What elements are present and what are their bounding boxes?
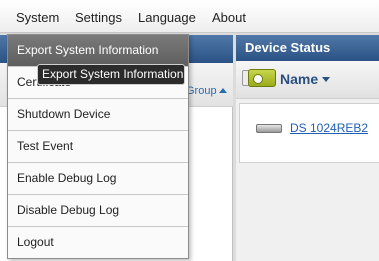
device-status-panel: Device Status Name DS 1024REB2 [236, 35, 379, 261]
menu-item-export-system-information[interactable]: Export System Information [8, 35, 188, 67]
menu-item-shutdown-device[interactable]: Shutdown Device [8, 99, 188, 131]
tag-icon[interactable] [248, 69, 276, 87]
device-status-title: Device Status [245, 40, 331, 55]
menu-item-test-event[interactable]: Test Event [8, 131, 188, 163]
device-card: DS 1024REB2 [239, 103, 379, 163]
sort-ascending-icon[interactable] [219, 88, 227, 93]
menu-item-logout[interactable]: Logout [8, 227, 188, 259]
device-icon [256, 124, 282, 133]
device-status-header: Device Status [236, 35, 379, 61]
menu-about[interactable]: About [212, 10, 246, 25]
menu-bar: System Settings Language About [0, 0, 379, 33]
chevron-down-icon[interactable] [322, 77, 330, 82]
menu-language[interactable]: Language [138, 10, 196, 25]
name-column-header[interactable]: Name [280, 71, 318, 87]
menu-item-enable-debug-log[interactable]: Enable Debug Log [8, 163, 188, 195]
menu-settings[interactable]: Settings [75, 10, 122, 25]
device-link[interactable]: DS 1024REB2 [290, 121, 368, 135]
group-sort-label[interactable]: Group [186, 85, 217, 97]
tooltip: Export System Information [37, 64, 185, 85]
menu-item-disable-debug-log[interactable]: Disable Debug Log [8, 195, 188, 227]
menu-system[interactable]: System [16, 10, 59, 25]
